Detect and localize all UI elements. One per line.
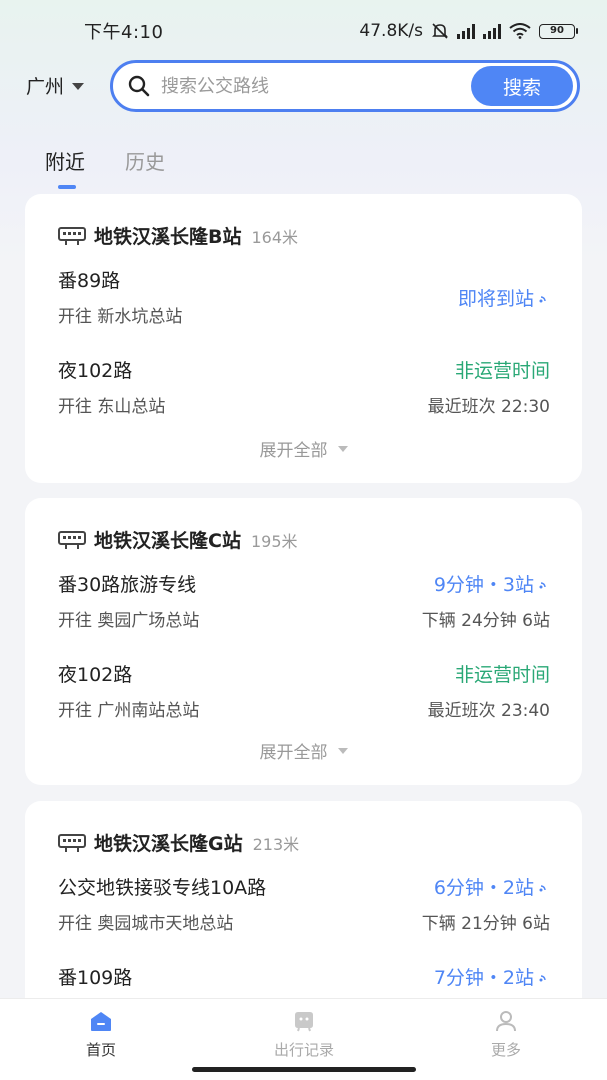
realtime-signal-icon [539,295,546,302]
route-direction: 开往 广州南站总站 [58,701,200,721]
trip-record-icon [295,1012,313,1032]
nav-trip-record-label: 出行记录 [273,1041,334,1059]
bus-stop-icon [58,530,86,549]
nav-trip-record[interactable]: 出行记录 [244,1009,364,1060]
arrival-status-text: 7分钟・2站 [433,967,534,989]
tab-nearby[interactable]: 附近 [45,146,85,175]
status-time: 下午4:10 [84,22,164,43]
route-name: 番109路 [58,967,133,989]
route-row[interactable]: 番30路旅游专线 开往 奥园广场总站 9分钟・3站 下辆 24分钟 6站 [58,570,550,640]
signal-1-icon [457,23,475,39]
search-icon [128,75,150,97]
profile-icon [496,1011,516,1032]
nav-more[interactable]: 更多 [446,1009,566,1060]
chevron-down-icon [337,747,348,754]
route-name: 番30路旅游专线 [58,574,197,596]
chevron-down-icon [72,83,85,90]
realtime-signal-icon [539,884,546,891]
status-indicators: 47.8K/s 90 [359,21,578,41]
arrival-status: 非运营时间 [454,360,550,382]
home-indicator [192,1067,416,1072]
route-row[interactable]: 番89路 开往 新水坑总站 即将到站 [58,266,550,336]
tab-indicator [58,185,76,189]
station-card[interactable]: 地铁汉溪长隆B站 164米 番89路 开往 新水坑总站 即将到站 夜102路 开… [25,194,582,483]
arrival-status: 即将到站 [458,284,550,311]
route-row[interactable]: 公交地铁接驳专线10A路 开往 奥园城市天地总站 6分钟・2站 下辆 21分钟 … [58,873,550,943]
station-header: 地铁汉溪长隆G站 213米 [58,829,299,856]
route-direction: 开往 奥园广场总站 [58,611,200,631]
status-bar: 下午4:10 47.8K/s 90 [0,0,607,62]
city-selector[interactable]: 广州 [26,72,85,99]
route-row[interactable]: 夜102路 开往 东山总站 非运营时间 最近班次 22:30 [58,356,550,426]
arrival-status: 6分钟・2站 [434,873,550,900]
signal-2-icon [483,23,501,39]
tab-bar: 附近 历史 [45,146,165,175]
network-speed: 47.8K/s [359,21,423,41]
expand-all-label: 展开全部 [259,743,328,763]
route-direction: 开往 新水坑总站 [58,307,183,327]
city-label: 广州 [26,76,65,98]
nav-home-label: 首页 [85,1041,116,1059]
station-name: 地铁汉溪长隆C站 [94,530,241,552]
station-distance: 213米 [252,834,300,854]
route-row[interactable]: 夜102路 开往 广州南站总站 非运营时间 最近班次 23:40 [58,660,550,730]
arrival-status-text: 即将到站 [457,288,534,310]
arrival-status-text: 9分钟・3站 [433,574,534,596]
tab-history[interactable]: 历史 [125,146,165,175]
next-bus-info: 最近班次 23:40 [427,701,550,721]
arrival-status: 7分钟・2站 [434,963,550,990]
search-button[interactable]: 搜索 [471,66,573,106]
station-card[interactable]: 地铁汉溪长隆C站 195米 番30路旅游专线 开往 奥园广场总站 9分钟・3站 … [25,498,582,785]
home-icon [91,1012,111,1031]
next-bus-info: 下辆 24分钟 6站 [421,611,550,631]
station-card[interactable]: 地铁汉溪长隆G站 213米 公交地铁接驳专线10A路 开往 奥园城市天地总站 6… [25,801,582,1021]
station-distance: 164米 [251,227,299,247]
wifi-icon [509,23,531,39]
search-header: 广州 搜索 [0,60,607,112]
mute-bell-icon [432,23,448,39]
next-bus-info: 下辆 21分钟 6站 [421,914,550,934]
search-input[interactable] [161,75,461,97]
station-header: 地铁汉溪长隆B站 164米 [58,222,298,249]
bus-stop-icon [58,226,86,245]
nav-home[interactable]: 首页 [41,1009,161,1060]
realtime-signal-icon [539,581,546,588]
route-direction: 开往 奥园城市天地总站 [58,914,234,934]
next-bus-info: 最近班次 22:30 [427,397,550,417]
expand-all-button[interactable]: 展开全部 [25,436,582,461]
route-name: 番89路 [58,270,121,292]
route-name: 公交地铁接驳专线10A路 [58,877,267,899]
realtime-signal-icon [539,974,546,981]
arrival-status: 9分钟・3站 [434,570,550,597]
expand-all-label: 展开全部 [259,441,328,461]
chevron-down-icon [337,445,348,452]
arrival-status: 非运营时间 [454,664,550,686]
station-name: 地铁汉溪长隆G站 [94,833,243,855]
arrival-status-text: 6分钟・2站 [433,877,534,899]
station-distance: 195米 [250,531,298,551]
station-name: 地铁汉溪长隆B站 [94,226,242,248]
nav-more-label: 更多 [490,1041,521,1059]
search-box[interactable]: 搜索 [110,60,580,112]
battery-icon: 90 [539,23,578,39]
route-direction: 开往 东山总站 [58,397,166,417]
expand-all-button[interactable]: 展开全部 [25,738,582,763]
bus-stop-icon [58,833,86,852]
route-name: 夜102路 [58,664,133,686]
route-name: 夜102路 [58,360,133,382]
station-header: 地铁汉溪长隆C站 195米 [58,526,298,553]
